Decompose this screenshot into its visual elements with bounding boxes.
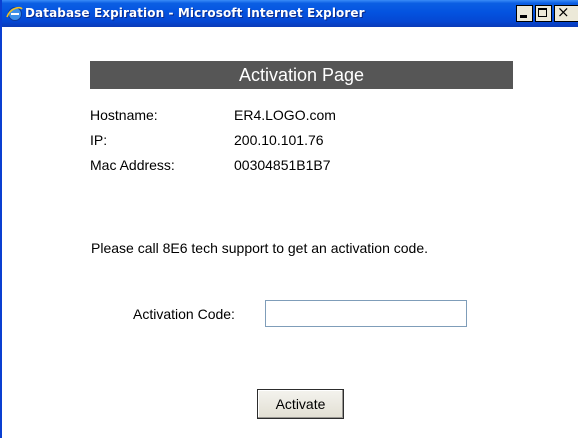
hostname-value: ER4.LOGO.com	[234, 107, 336, 123]
mac-address-value: 00304851B1B7	[234, 157, 331, 173]
ip-value: 200.10.101.76	[234, 132, 324, 148]
activate-button[interactable]: Activate	[257, 389, 344, 419]
maximize-button[interactable]	[535, 5, 552, 22]
browser-window: Database Expiration - Microsoft Internet…	[0, 0, 578, 438]
hostname-label: Hostname:	[90, 107, 158, 123]
window-title: Database Expiration - Microsoft Internet…	[25, 6, 365, 20]
minimize-button[interactable]	[516, 5, 533, 22]
page-content: Activation Page Hostname: ER4.LOGO.com I…	[2, 27, 578, 438]
close-button[interactable]: ×	[554, 3, 578, 22]
support-message: Please call 8E6 tech support to get an a…	[91, 240, 428, 256]
mac-address-label: Mac Address:	[90, 157, 175, 173]
ip-label: IP:	[90, 132, 108, 148]
activation-code-input[interactable]	[265, 300, 467, 327]
maximize-icon	[538, 8, 547, 17]
title-bar[interactable]: Database Expiration - Microsoft Internet…	[2, 0, 578, 27]
activation-code-label: Activation Code:	[133, 306, 235, 322]
minimize-icon	[520, 15, 527, 18]
page-title: Activation Page	[90, 61, 513, 89]
ie-icon	[6, 6, 23, 21]
close-icon: ×	[557, 3, 570, 21]
